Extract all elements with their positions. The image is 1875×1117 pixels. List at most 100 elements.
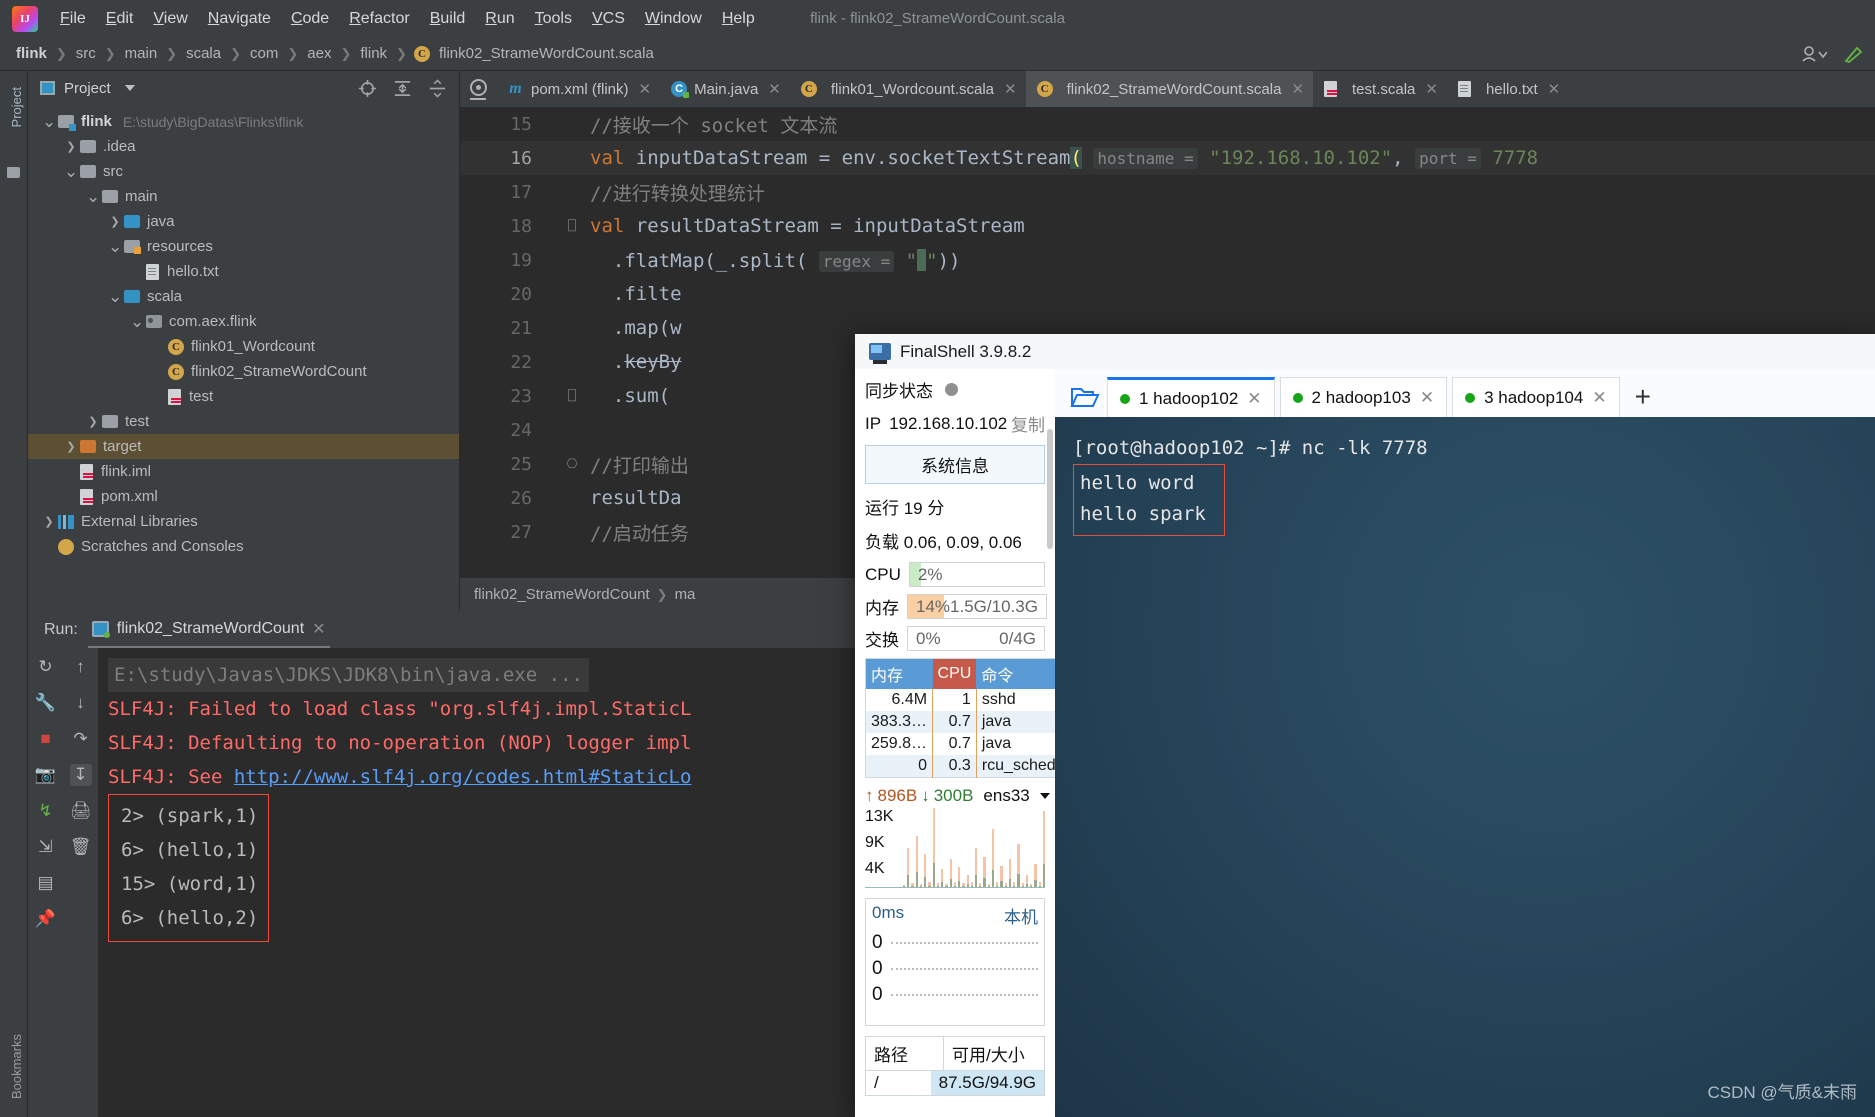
fold-toggle-icon[interactable]: ⎕ <box>554 219 590 234</box>
down-arrow-icon[interactable]: ↓ <box>70 692 92 714</box>
menu-item-build[interactable]: Build <box>420 6 476 32</box>
rerun-icon[interactable]: ↻ <box>35 656 57 678</box>
clear-all-icon[interactable]: 🗑 <box>70 836 92 858</box>
print-icon[interactable]: 🖨 <box>70 800 92 822</box>
structure-icon[interactable] <box>7 167 20 178</box>
project-tree[interactable]: ⌄ flink E:\study\BigDatas\Flinks\flink ❯ .id… <box>28 105 459 559</box>
up-arrow-icon[interactable]: ↑ <box>70 656 92 678</box>
editor-tab-main-java[interactable]: C Main.java ✕ <box>660 71 790 107</box>
chevron-right-icon[interactable]: ❯ <box>64 140 78 153</box>
close-icon[interactable]: ✕ <box>312 619 325 639</box>
menu-item-navigate[interactable]: Navigate <box>198 6 281 32</box>
open-folder-icon[interactable] <box>1063 377 1107 417</box>
menu-item-tools[interactable]: Tools <box>525 6 582 32</box>
chevron-down-icon[interactable]: ⌄ <box>86 188 100 205</box>
tree-item-hello-txt[interactable]: hello.txt <box>28 259 459 284</box>
menu-item-window[interactable]: Window <box>635 6 712 32</box>
settings-wrench-icon[interactable]: 🔧 <box>35 692 57 714</box>
chevron-down-icon[interactable]: ⌄ <box>42 113 56 130</box>
code-line-15[interactable]: 15 //接收一个 socket 文本流 <box>460 107 1875 141</box>
editor-tab-pom-xml-flink-[interactable]: m pom.xml (flink) ✕ <box>496 71 660 107</box>
chevron-right-icon[interactable]: ❯ <box>108 215 122 228</box>
close-icon[interactable]: ✕ <box>768 80 781 98</box>
process-row[interactable]: 6.4M 1 sshd <box>865 689 1062 711</box>
editor-tab-hello-txt[interactable]: hello.txt ✕ <box>1447 71 1569 107</box>
process-table[interactable]: 内存 CPU 命令 6.4M 1 sshd 383.3… 0.7 java 259.8… 0.7 j… <box>865 658 1062 778</box>
user-account-icon[interactable] <box>1801 45 1827 63</box>
fold-toggle-icon[interactable]: ⎕ <box>554 389 590 404</box>
debug-thread-icon[interactable]: ↯ <box>35 800 57 822</box>
close-icon[interactable]: ✕ <box>1291 80 1304 98</box>
tree-item-flink01-wordcount[interactable]: Cflink01_Wordcount <box>28 334 459 359</box>
chevron-down-icon[interactable]: ⌄ <box>130 313 144 330</box>
close-icon[interactable]: ✕ <box>1592 388 1606 408</box>
soft-wrap-icon[interactable]: ↷ <box>70 728 92 750</box>
chevron-right-icon[interactable]: ❯ <box>86 415 100 428</box>
tree-item-scratches-and-consoles[interactable]: Scratches and Consoles <box>28 534 459 559</box>
code-line-20[interactable]: 20 .filte <box>460 277 1875 311</box>
tree-item-main[interactable]: ⌄ main <box>28 184 459 209</box>
chevron-down-icon[interactable]: ⌄ <box>108 288 122 305</box>
terminal-tab-1-hadoop102[interactable]: 1 hadoop102 ✕ <box>1107 377 1275 417</box>
sidebar-scrollbar[interactable] <box>1047 429 1053 549</box>
tree-item-test[interactable]: test <box>28 384 459 409</box>
code-line-16[interactable]: 16 val inputDataStream = env.socketTextSt… <box>460 141 1875 175</box>
console-link[interactable]: http://www.slf4j.org/codes.html#StaticLo <box>234 766 692 788</box>
process-col-0[interactable]: 内存 <box>865 658 933 689</box>
process-col-2[interactable]: 命令 <box>976 658 1062 689</box>
close-icon[interactable]: ✕ <box>1548 80 1561 98</box>
tree-item-flink-iml[interactable]: flink.iml <box>28 459 459 484</box>
tree-item-java[interactable]: ❯ java <box>28 209 459 234</box>
pin-icon[interactable]: 📌 <box>35 908 57 930</box>
collapse-all-icon[interactable] <box>428 78 447 98</box>
tree-item-external-libraries[interactable]: ❯ External Libraries <box>28 509 459 534</box>
process-row[interactable]: 259.8… 0.7 java <box>865 733 1062 755</box>
gear-icon[interactable] <box>469 78 487 96</box>
close-icon[interactable]: ✕ <box>1420 388 1434 408</box>
menu-item-view[interactable]: View <box>143 6 197 32</box>
chevron-right-icon[interactable]: ❯ <box>64 440 78 453</box>
tree-item-scala[interactable]: ⌄ scala <box>28 284 459 309</box>
menu-item-edit[interactable]: Edit <box>96 6 144 32</box>
tool-window-tab-project[interactable]: Project <box>5 79 28 135</box>
terminal-tab-2-hadoop103[interactable]: 2 hadoop103 ✕ <box>1279 377 1448 417</box>
tree-item-pom-xml[interactable]: pom.xml <box>28 484 459 509</box>
tree-item-target[interactable]: ❯ target <box>28 434 459 459</box>
search-everywhere-icon[interactable] <box>1843 44 1863 64</box>
process-row[interactable]: 0 0.3 rcu_sched <box>865 755 1062 778</box>
breadcrumb-item-3[interactable]: scala <box>184 45 223 62</box>
layout-icon[interactable]: ▤ <box>35 872 57 894</box>
tree-item-test[interactable]: ❯ test <box>28 409 459 434</box>
tree-item-resources[interactable]: ⌄ resources <box>28 234 459 259</box>
breadcrumb-class[interactable]: flink02_StrameWordCount <box>474 586 650 603</box>
chevron-down-icon[interactable] <box>124 85 135 91</box>
close-icon[interactable]: ✕ <box>1425 80 1438 98</box>
editor-tab-test-scala[interactable]: test.scala ✕ <box>1313 71 1447 107</box>
close-icon[interactable]: ✕ <box>1004 80 1017 98</box>
tree-item--idea[interactable]: ❯ .idea <box>28 134 459 159</box>
system-info-button[interactable]: 系统信息 <box>865 445 1045 484</box>
breadcrumb-item-0[interactable]: flink <box>14 45 49 62</box>
menu-item-code[interactable]: Code <box>281 6 339 32</box>
chevron-down-icon[interactable]: ⌄ <box>108 238 122 255</box>
breadcrumb-item-5[interactable]: aex <box>305 45 333 62</box>
tree-item-com-aex-flink[interactable]: ⌄ com.aex.flink <box>28 309 459 334</box>
code-line-19[interactable]: 19 .flatMap(_.split( regex = " ")) <box>460 243 1875 277</box>
breadcrumb-item-4[interactable]: com <box>248 45 280 62</box>
close-icon[interactable]: ✕ <box>1247 389 1261 409</box>
new-terminal-tab-button[interactable]: + <box>1625 381 1661 417</box>
fold-toggle-icon[interactable]: ⎔ <box>554 457 590 472</box>
breadcrumb-item-1[interactable]: src <box>74 45 98 62</box>
breadcrumb-item-6[interactable]: flink <box>358 45 389 62</box>
chevron-down-icon[interactable]: ⌄ <box>64 163 78 180</box>
tree-item-flink02-stramewordcount[interactable]: Cflink02_StrameWordCount <box>28 359 459 384</box>
breadcrumb-item-2[interactable]: main <box>123 45 160 62</box>
menu-item-help[interactable]: Help <box>712 6 765 32</box>
run-configuration-tab[interactable]: flink02_StrameWordCount ✕ <box>87 611 330 648</box>
code-line-18[interactable]: 18 ⎕ val resultDataStream = inputDataStrea… <box>460 209 1875 243</box>
menu-item-refactor[interactable]: Refactor <box>339 6 419 32</box>
tree-item-flink[interactable]: ⌄ flink E:\study\BigDatas\Flinks\flink <box>28 109 459 134</box>
stop-icon[interactable]: ■ <box>35 728 57 750</box>
code-line-17[interactable]: 17 //进行转换处理统计 <box>460 175 1875 209</box>
close-icon[interactable]: ✕ <box>639 80 652 98</box>
